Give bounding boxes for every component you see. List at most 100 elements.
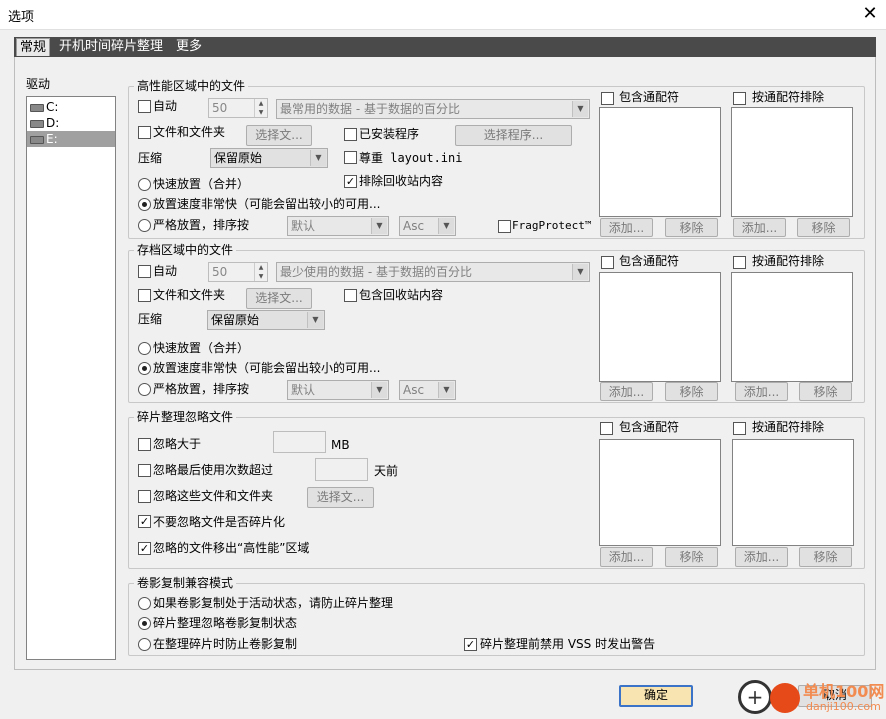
perf-include-wildcard-list[interactable] (599, 107, 721, 217)
perf-installed-checkbox[interactable] (344, 128, 357, 141)
perf-include-wildcard-checkbox[interactable] (601, 92, 614, 105)
arch-include-add-button[interactable]: 添加... (600, 382, 653, 401)
perf-auto-checkbox[interactable] (138, 100, 151, 113)
arch-radio-strict[interactable] (138, 383, 151, 396)
perf-include-remove-button[interactable]: 移除 (665, 218, 718, 237)
ign-dont-ignore-frag-checkbox[interactable]: ✓ (138, 515, 151, 528)
vss-radio-2-label: 碎片整理忽略卷影复制状态 (153, 616, 298, 630)
vss-radio-1[interactable] (138, 597, 151, 610)
perf-radio-veryfast[interactable] (138, 198, 151, 211)
perf-exclude-wildcard-checkbox[interactable] (733, 92, 746, 105)
drives-title: 驱动 (26, 77, 51, 91)
watermark-text: 单机100网 (803, 682, 885, 701)
ign-these-files-label: 忽略这些文件和文件夹 (153, 489, 274, 503)
perf-select-programs-button[interactable]: 选择程序... (455, 125, 572, 146)
arch-files-checkbox[interactable] (138, 289, 151, 302)
perf-sort-dropdown[interactable]: 默认 ▼ (287, 216, 389, 236)
arch-exclude-wildcard-list[interactable] (731, 272, 853, 382)
perf-fragprotect-label: FragProtect™ (512, 219, 592, 232)
ign-exclude-wildcard-list[interactable] (732, 439, 854, 546)
ign-these-files-checkbox[interactable] (138, 490, 151, 503)
ign-include-wildcard-checkbox[interactable] (600, 422, 613, 435)
perf-auto-dropdown[interactable]: 最常用的数据 - 基于数据的百分比 ▼ (276, 99, 590, 119)
ign-larger-input[interactable] (273, 431, 326, 453)
perf-files-checkbox[interactable] (138, 126, 151, 139)
ign-move-out-label: 忽略的文件移出“高性能”区域 (153, 541, 310, 555)
chevron-down-icon: ▼ (371, 382, 387, 398)
drive-item-c[interactable]: C: (27, 99, 115, 115)
perf-fragprotect-checkbox[interactable] (498, 220, 511, 233)
ign-include-remove-button[interactable]: 移除 (665, 547, 718, 567)
arch-exclude-remove-button[interactable]: 移除 (799, 382, 852, 401)
arch-auto-checkbox[interactable] (138, 265, 151, 278)
perf-radio-strict[interactable] (138, 219, 151, 232)
arch-radio-fast[interactable] (138, 342, 151, 355)
perf-select-files-button[interactable]: 选择文... (246, 125, 312, 146)
perf-radio-fast[interactable] (138, 178, 151, 191)
perf-auto-label: 自动 (153, 99, 178, 113)
perf-radio-veryfast-label: 放置速度非常快（可能会留出较小的可用... (153, 197, 381, 211)
spinner-arrows-icon[interactable]: ▲ ▼ (254, 263, 267, 281)
drives-list[interactable]: C: D: E: (26, 96, 116, 660)
arch-include-recycle-checkbox[interactable] (344, 289, 357, 302)
chevron-down-icon: ▼ (371, 218, 387, 234)
perf-exclude-remove-button[interactable]: 移除 (797, 218, 850, 237)
arch-auto-dropdown[interactable]: 最少使用的数据 - 基于数据的百分比 ▼ (276, 262, 590, 282)
drive-item-d[interactable]: D: (27, 115, 115, 131)
perf-compress-dropdown[interactable]: 保留原始 ▼ (210, 148, 328, 168)
ign-select-files-button[interactable]: 选择文... (307, 487, 374, 508)
ign-exclude-wildcard-checkbox[interactable] (733, 422, 746, 435)
perf-exclude-add-button[interactable]: 添加... (733, 218, 786, 237)
perf-exclude-wildcard-list[interactable] (731, 107, 853, 217)
tab-bar: 常规 开机时间碎片整理 更多 (14, 37, 876, 57)
tab-boot-defrag[interactable]: 开机时间碎片整理 (56, 38, 166, 56)
arch-sort-dropdown[interactable]: 默认 ▼ (287, 380, 389, 400)
ign-include-add-button[interactable]: 添加... (600, 547, 653, 567)
vss-radio-3[interactable] (138, 638, 151, 651)
perf-radio-fast-label: 快速放置（合并） (153, 177, 250, 191)
ign-larger-label: 忽略大于 (153, 437, 202, 451)
arch-auto-spinner[interactable]: 50 ▲ ▼ (208, 262, 268, 282)
vss-disable-label: 碎片整理前禁用 VSS 时发出警告 (480, 637, 656, 651)
arch-radio-strict-label: 严格放置，排序按 (153, 382, 250, 396)
drive-icon (30, 135, 44, 144)
arch-radio-veryfast[interactable] (138, 362, 151, 375)
arch-include-wildcard-list[interactable] (599, 272, 721, 382)
perf-exclude-wildcard-label: 按通配符排除 (752, 90, 825, 104)
ign-exclude-remove-button[interactable]: 移除 (799, 547, 852, 567)
arch-exclude-add-button[interactable]: 添加... (735, 382, 788, 401)
ok-button[interactable]: 确定 (619, 685, 693, 707)
arch-exclude-wildcard-checkbox[interactable] (733, 256, 746, 269)
arch-include-wildcard-checkbox[interactable] (601, 256, 614, 269)
ign-move-out-checkbox[interactable]: ✓ (138, 542, 151, 555)
tab-more[interactable]: 更多 (173, 38, 205, 56)
watermark-logo-play-icon (770, 683, 800, 713)
perf-respect-layout-checkbox[interactable] (344, 151, 357, 164)
arch-radio-veryfast-label: 放置速度非常快（可能会留出较小的可用... (153, 361, 381, 375)
arch-order-dropdown[interactable]: Asc ▼ (399, 380, 456, 400)
vss-disable-checkbox[interactable]: ✓ (464, 638, 477, 651)
ign-larger-checkbox[interactable] (138, 438, 151, 451)
close-icon[interactable]: ✕ (858, 2, 882, 26)
vss-radio-3-label: 在整理碎片时防止卷影复制 (153, 637, 298, 651)
drive-icon (30, 119, 44, 128)
perf-exclude-recycle-checkbox[interactable]: ✓ (344, 175, 357, 188)
perf-auto-spinner[interactable]: 50 ▲ ▼ (208, 98, 268, 118)
perf-order-dropdown[interactable]: Asc ▼ (399, 216, 456, 236)
drive-item-e[interactable]: E: (27, 131, 115, 147)
ign-include-wildcard-list[interactable] (599, 439, 721, 546)
tab-general[interactable]: 常规 (16, 38, 51, 56)
chevron-down-icon: ▼ (438, 218, 454, 234)
drive-icon (30, 103, 44, 112)
vss-radio-2[interactable] (138, 617, 151, 630)
arch-include-remove-button[interactable]: 移除 (665, 382, 718, 401)
chevron-down-icon: ▼ (438, 382, 454, 398)
arch-select-files-button[interactable]: 选择文... (246, 288, 312, 309)
ign-exclude-add-button[interactable]: 添加... (735, 547, 788, 567)
ign-lastused-input[interactable] (315, 458, 368, 481)
perf-include-add-button[interactable]: 添加... (600, 218, 653, 237)
ignore-title: 碎片整理忽略文件 (134, 410, 237, 424)
spinner-arrows-icon[interactable]: ▲ ▼ (254, 99, 267, 117)
ign-lastused-checkbox[interactable] (138, 464, 151, 477)
arch-compress-dropdown[interactable]: 保留原始 ▼ (207, 310, 325, 330)
